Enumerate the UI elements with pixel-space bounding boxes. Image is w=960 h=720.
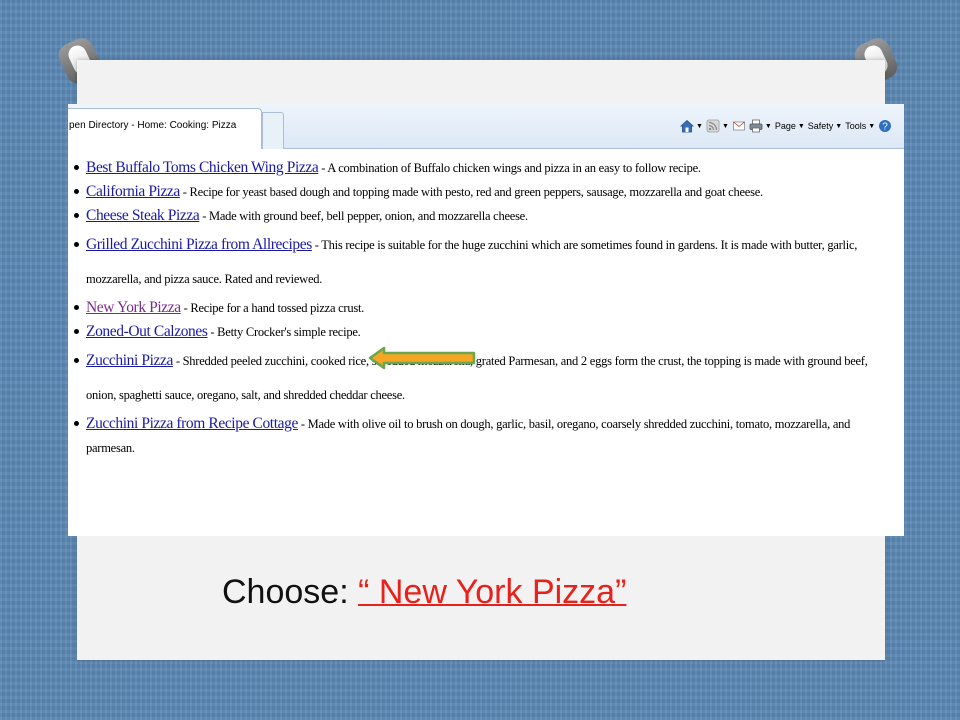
- browser-screenshot: pen Directory - Home: Cooking: Pizza ▼ ▼: [68, 104, 904, 536]
- bullet-icon: [74, 329, 79, 334]
- recipe-link[interactable]: Zoned-Out Calzones: [86, 323, 208, 340]
- safety-menu-button[interactable]: Safety ▼: [808, 121, 842, 131]
- chevron-down-icon[interactable]: ▼: [722, 123, 729, 130]
- feeds-button[interactable]: ▼: [706, 119, 729, 133]
- recipe-description: - Betty Crocker's simple recipe.: [207, 325, 361, 339]
- chevron-down-icon: ▼: [797, 122, 805, 130]
- recipe-link[interactable]: Zucchini Pizza from Recipe Cottage: [86, 415, 298, 432]
- tools-menu-button[interactable]: Tools ▼: [845, 121, 875, 131]
- list-item: Zucchini Pizza - Shredded peeled zucchin…: [74, 344, 896, 412]
- chevron-down-icon[interactable]: ▼: [765, 123, 772, 130]
- rss-feed-icon: [706, 119, 720, 133]
- list-item: Cheese Steak Pizza - Made with ground be…: [74, 204, 896, 228]
- page-menu-button[interactable]: Page ▼: [775, 121, 805, 131]
- print-icon: [749, 119, 763, 133]
- bullet-icon: [74, 165, 79, 170]
- bullet-icon: [74, 358, 79, 363]
- list-item: Zucchini Pizza from Recipe Cottage - Mad…: [74, 412, 896, 460]
- list-item: California Pizza - Recipe for yeast base…: [74, 180, 896, 204]
- list-item: Grilled Zucchini Pizza from Allrecipes -…: [74, 228, 896, 296]
- read-mail-button[interactable]: [732, 119, 746, 133]
- read-mail-icon: [732, 119, 746, 133]
- slide-caption: Choose: “ New York Pizza”: [222, 573, 626, 612]
- recipe-link[interactable]: Cheese Steak Pizza: [86, 207, 200, 224]
- bullet-icon: [74, 213, 79, 218]
- home-icon: [679, 119, 695, 133]
- svg-text:?: ?: [882, 122, 888, 133]
- print-button[interactable]: ▼: [749, 119, 772, 133]
- caption-highlight-link[interactable]: “ New York Pizza”: [358, 573, 626, 611]
- list-item: Zoned-Out Calzones - Betty Crocker's sim…: [74, 320, 896, 344]
- safety-menu-label: Safety: [807, 121, 834, 131]
- bullet-icon: [74, 189, 79, 194]
- bullet-icon: [74, 305, 79, 310]
- list-item: New York Pizza - Recipe for a hand tosse…: [74, 296, 896, 320]
- browser-tab[interactable]: pen Directory - Home: Cooking: Pizza: [68, 108, 262, 149]
- list-item: Best Buffalo Toms Chicken Wing Pizza - A…: [74, 156, 896, 180]
- tab-title: pen Directory - Home: Cooking: Pizza: [69, 120, 237, 131]
- help-icon: ?: [878, 119, 892, 133]
- caption-prefix: Choose:: [222, 573, 359, 611]
- tools-menu-label: Tools: [845, 121, 867, 131]
- new-tab-button[interactable]: [262, 112, 284, 149]
- command-bar: ▼ ▼ ▼ Page ▼ Safety ▼ Tools ▼ ?: [679, 116, 892, 136]
- browser-chrome-bar: pen Directory - Home: Cooking: Pizza ▼ ▼: [68, 104, 904, 149]
- recipe-description: - A combination of Buffalo chicken wings…: [318, 161, 701, 175]
- help-button[interactable]: ?: [878, 119, 892, 133]
- pizza-recipe-list: Best Buffalo Toms Chicken Wing Pizza - A…: [74, 156, 896, 460]
- chevron-down-icon[interactable]: ▼: [696, 123, 703, 130]
- page-menu-label: Page: [774, 121, 796, 131]
- recipe-link[interactable]: California Pizza: [86, 183, 180, 200]
- recipe-link[interactable]: Zucchini Pizza: [86, 352, 173, 369]
- bullet-icon: [74, 421, 79, 426]
- bullet-icon: [74, 242, 79, 247]
- recipe-description: - Made with ground beef, bell pepper, on…: [199, 209, 528, 223]
- recipe-link[interactable]: Best Buffalo Toms Chicken Wing Pizza: [86, 159, 319, 176]
- recipe-link[interactable]: Grilled Zucchini Pizza from Allrecipes: [86, 236, 312, 253]
- recipe-description: - Recipe for yeast based dough and toppi…: [179, 185, 763, 199]
- chevron-down-icon: ▼: [868, 122, 876, 130]
- chevron-down-icon: ▼: [835, 122, 843, 130]
- recipe-description: - Recipe for a hand tossed pizza crust.: [180, 301, 365, 315]
- pointer-arrow-icon: [368, 346, 476, 370]
- recipe-link-new-york-pizza[interactable]: New York Pizza: [86, 299, 181, 316]
- home-button[interactable]: ▼: [679, 119, 703, 133]
